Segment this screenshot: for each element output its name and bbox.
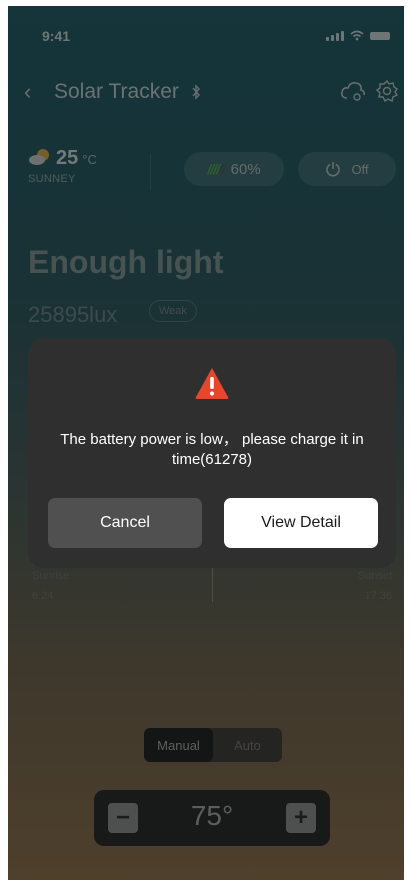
app-screen: 9:41 ‹ Solar Tracker 25 °C SUNNEY //////… bbox=[8, 6, 404, 880]
warning-icon bbox=[195, 368, 229, 399]
view-detail-button[interactable]: View Detail bbox=[224, 498, 378, 548]
dialog-message: The battery power is low， please charge … bbox=[60, 431, 364, 468]
low-battery-dialog: The battery power is low， please charge … bbox=[28, 338, 396, 568]
cancel-button[interactable]: Cancel bbox=[48, 498, 202, 548]
